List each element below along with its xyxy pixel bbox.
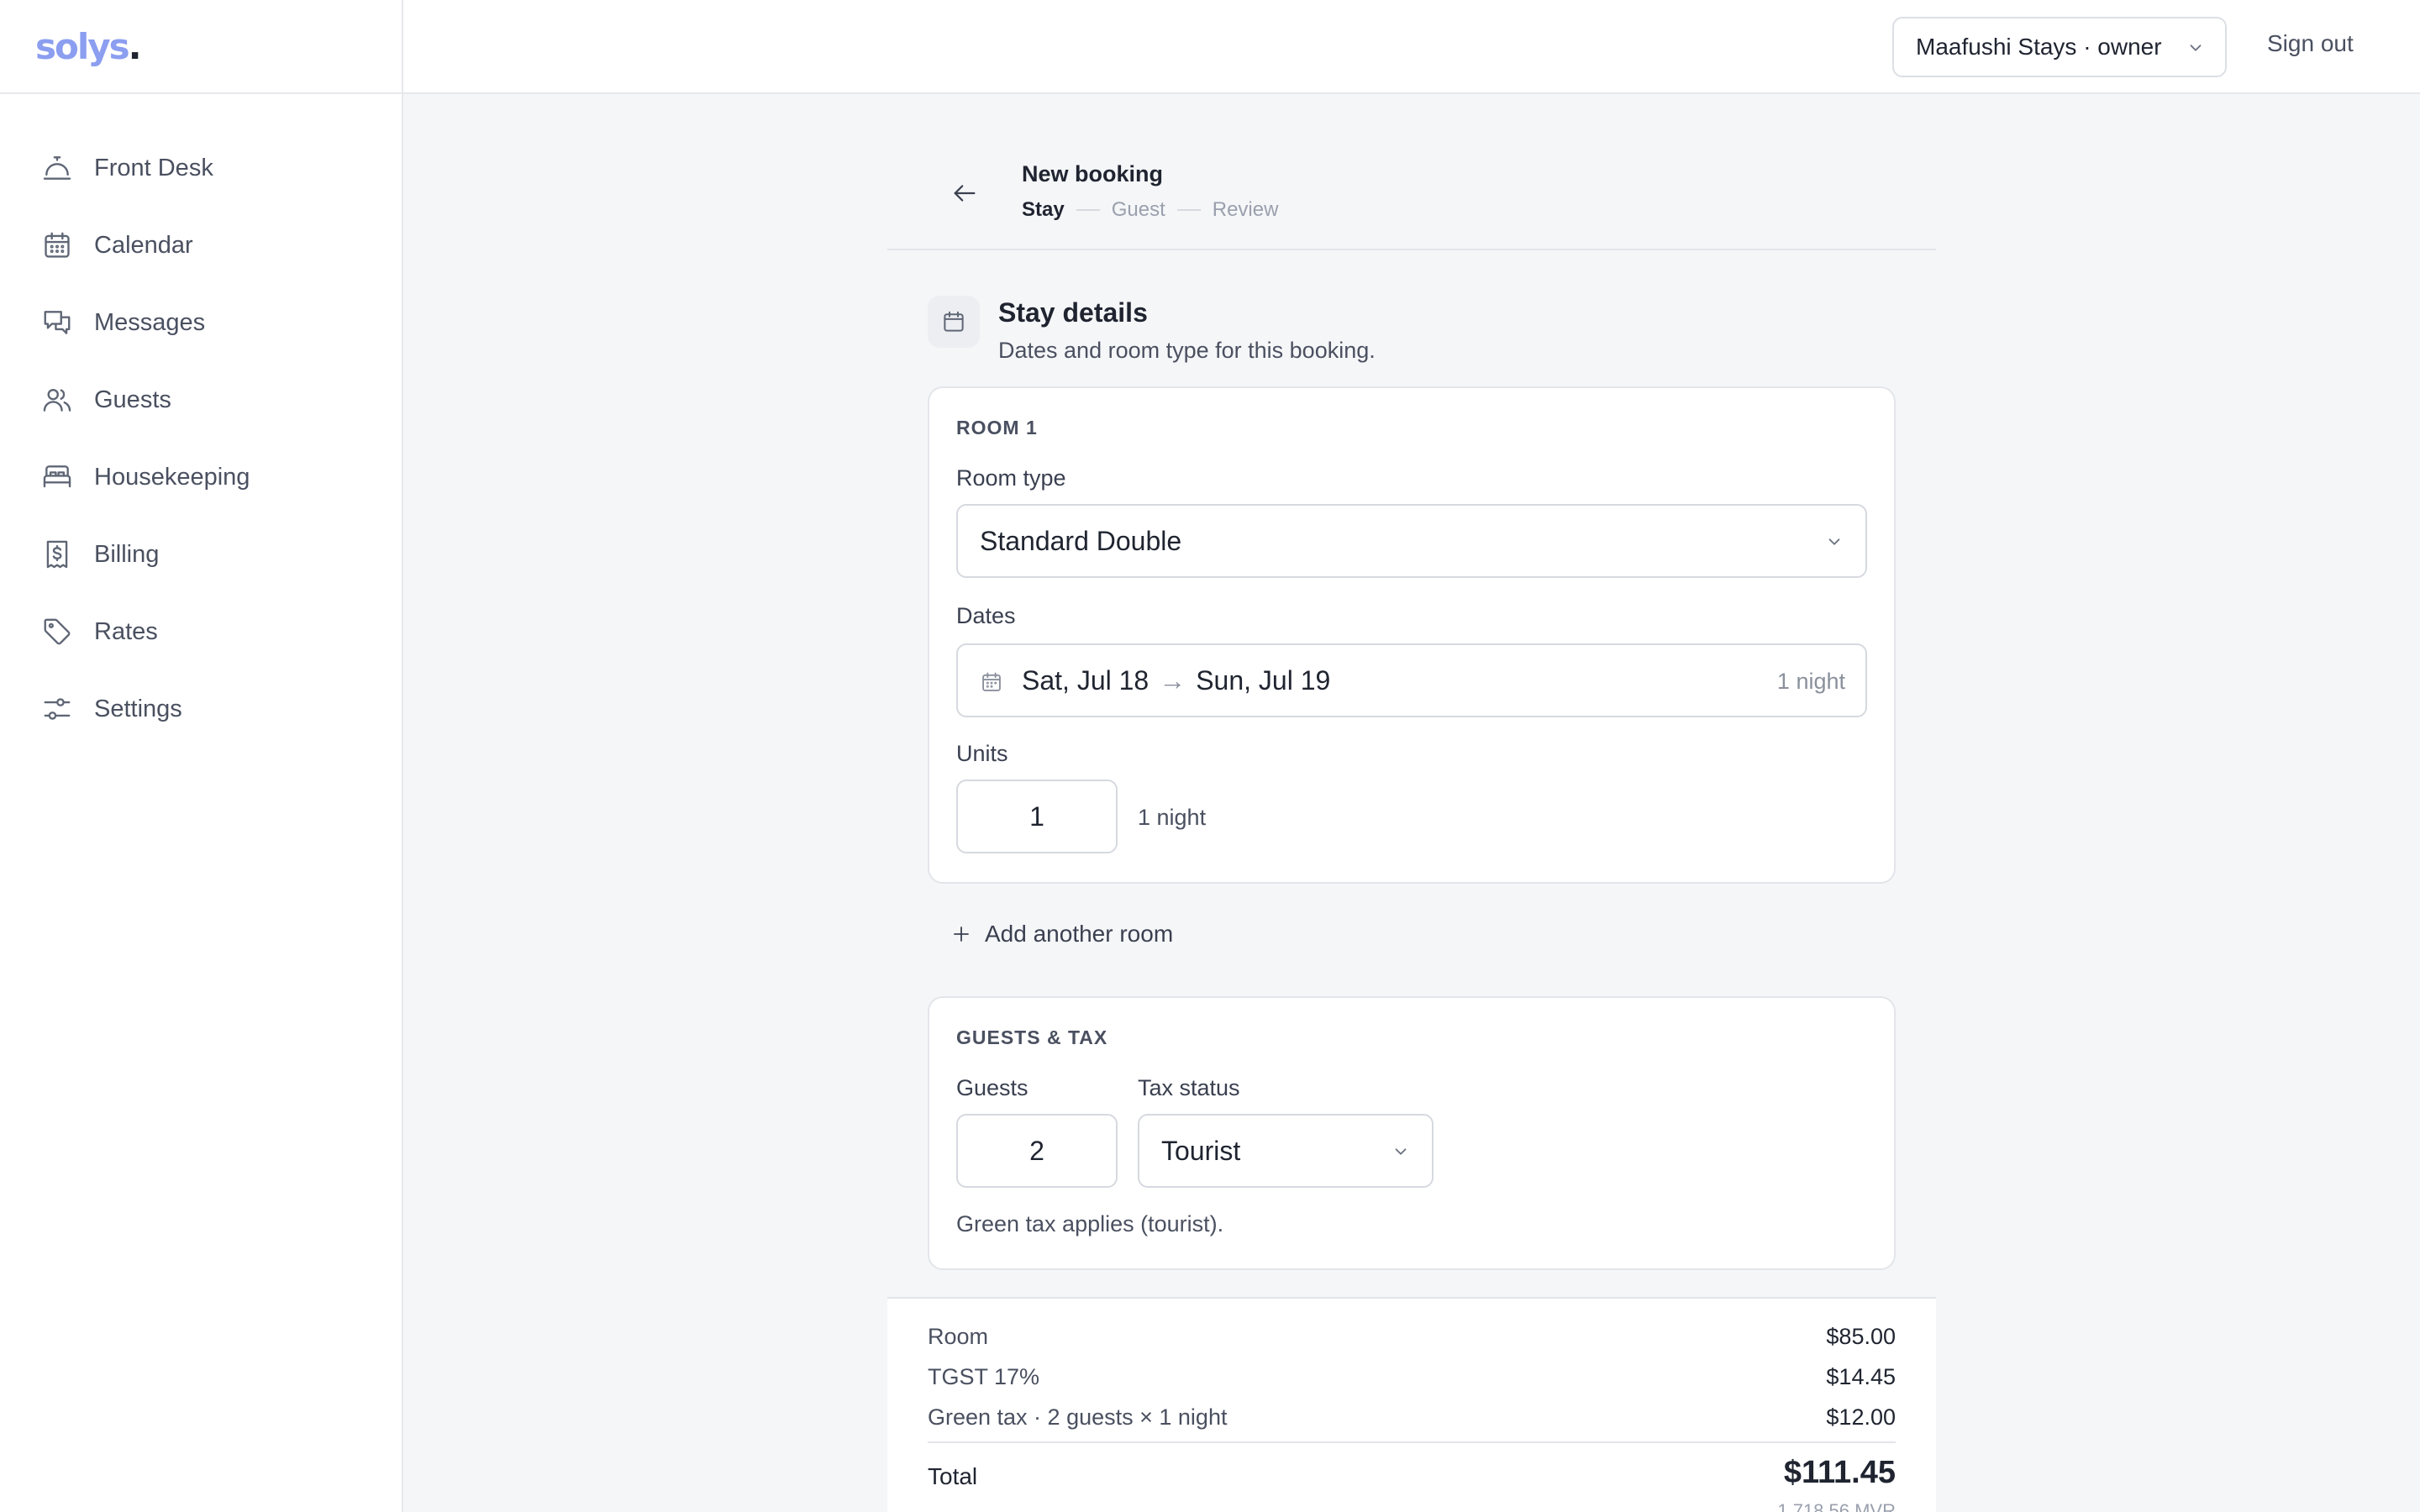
sidebar-item-messages[interactable]: Messages	[0, 284, 402, 361]
price-summary: Room $85.00 TGST 17% $14.45 Green tax · …	[887, 1297, 1936, 1512]
sidebar-item-calendar[interactable]: Calendar	[0, 207, 402, 284]
sidebar-item-housekeeping[interactable]: Housekeeping	[0, 438, 402, 516]
plus-icon	[954, 927, 969, 942]
section-title: Stay details	[998, 297, 1148, 328]
sidebar-item-label: Housekeeping	[94, 463, 250, 491]
step-guest[interactable]: Guest	[1112, 198, 1165, 222]
units-input[interactable]: 1	[956, 780, 1118, 853]
date-range-value: Sat, Jul 18 → Sun, Jul 19	[1022, 665, 1330, 696]
step-separator	[1076, 209, 1100, 211]
calendar-icon	[928, 296, 980, 348]
wizard-header: New booking Stay Guest Review	[887, 94, 1936, 250]
green-tax-note: Green tax applies (tourist).	[956, 1211, 1224, 1236]
sidebar-item-billing[interactable]: Billing	[0, 516, 402, 593]
summary-total: Total $111.45	[928, 1455, 1896, 1491]
back-button[interactable]	[946, 175, 983, 212]
sidebar-item-guests[interactable]: Guests	[0, 361, 402, 438]
step-stay[interactable]: Stay	[1022, 198, 1065, 222]
chevron-down-icon	[1395, 1148, 1407, 1155]
summary-divider	[928, 1441, 1896, 1443]
sidebar-item-label: Billing	[94, 540, 160, 568]
sign-out-button[interactable]: Sign out	[2267, 30, 2354, 57]
summary-line: Room $85.00	[928, 1324, 1896, 1349]
room-type-value: Standard Double	[980, 525, 1182, 556]
check-in-date: Sat, Jul 18	[1022, 665, 1150, 696]
units-nights-note: 1 night	[1138, 805, 1207, 830]
room-type-label: Room type	[956, 465, 1066, 491]
tax-status-value: Tourist	[1161, 1135, 1241, 1166]
tax-status-label: Tax status	[1138, 1075, 1240, 1100]
guests-tax-section-label: GUESTS & TAX	[956, 1026, 1108, 1048]
bell-icon	[40, 151, 74, 185]
step-separator	[1176, 209, 1201, 211]
arrow-left-icon	[954, 185, 976, 202]
total-amount: $111.45	[1783, 1455, 1896, 1490]
calendar-icon	[982, 672, 1001, 691]
sliders-icon	[40, 692, 74, 726]
app-logo[interactable]: solys.	[35, 26, 142, 67]
bed-icon	[40, 460, 74, 494]
sidebar-item-rates[interactable]: Rates	[0, 593, 402, 670]
topbar: Maafushi Stays · owner Sign out	[403, 0, 2420, 94]
chevron-down-icon	[2190, 45, 2202, 51]
summary-line: TGST 17% $14.45	[928, 1364, 1896, 1389]
units-value: 1	[1029, 801, 1044, 832]
section-subtitle: Dates and room type for this booking.	[998, 338, 1376, 363]
add-room-button[interactable]: Add another room	[951, 921, 1173, 948]
property-selector[interactable]: Maafushi Stays · owner	[1892, 17, 2227, 77]
summary-line: Green tax · 2 guests × 1 night $12.00	[928, 1404, 1896, 1430]
sidebar-item-settings[interactable]: Settings	[0, 670, 402, 748]
room-section-label: ROOM 1	[956, 417, 1038, 438]
dates-label: Dates	[956, 603, 1016, 628]
step-review[interactable]: Review	[1213, 198, 1279, 222]
guests-label: Guests	[956, 1075, 1028, 1100]
guests-input[interactable]: 2	[956, 1114, 1118, 1188]
date-range-picker[interactable]: Sat, Jul 18 → Sun, Jul 19 1 night	[956, 643, 1867, 717]
sidebar-item-label: Rates	[94, 617, 158, 645]
sidebar-item-label: Messages	[94, 308, 206, 336]
add-room-label: Add another room	[985, 921, 1174, 947]
booking-form: New booking Stay Guest Review Stay detai…	[887, 94, 1936, 1512]
wizard-steps: Stay Guest Review	[1022, 198, 1278, 222]
chevron-down-icon	[1828, 538, 1840, 545]
calendar-icon	[40, 228, 74, 262]
total-label: Total	[928, 1463, 978, 1489]
chat-icon	[40, 306, 74, 339]
sidebar-item-label: Front Desk	[94, 154, 213, 181]
guests-value: 2	[1029, 1135, 1044, 1166]
users-icon	[40, 383, 74, 417]
receipt-icon	[40, 538, 74, 571]
tag-icon	[40, 615, 74, 648]
guests-tax-card: GUESTS & TAX Guests 2 Tax status Tourist…	[928, 996, 1896, 1270]
sidebar-item-label: Calendar	[94, 231, 193, 259]
logo-row: solys.	[0, 0, 402, 94]
check-out-date: Sun, Jul 19	[1196, 665, 1331, 696]
sidebar-nav: Front Desk Calendar Messages Guests Hous…	[0, 94, 402, 748]
arrow-right-icon: →	[1159, 665, 1186, 696]
sidebar: solys. Front Desk Calendar Messages Gues…	[0, 0, 403, 1512]
room-type-select[interactable]: Standard Double	[956, 504, 1867, 578]
page-title: New booking	[1022, 161, 1163, 186]
units-label: Units	[956, 741, 1008, 766]
sidebar-item-label: Guests	[94, 386, 171, 413]
nights-count: 1 night	[1776, 669, 1845, 694]
room-card: ROOM 1 Room type Standard Double Dates S…	[928, 386, 1896, 884]
tax-status-select[interactable]: Tourist	[1138, 1114, 1434, 1188]
sidebar-item-front-desk[interactable]: Front Desk	[0, 129, 402, 207]
total-local-currency: 1,718.56 MVR	[1777, 1500, 1896, 1512]
property-selector-value: Maafushi Stays · owner	[1916, 34, 2162, 60]
stay-details-header: Stay details Dates and room type for thi…	[928, 289, 1902, 373]
sidebar-item-label: Settings	[94, 695, 182, 722]
